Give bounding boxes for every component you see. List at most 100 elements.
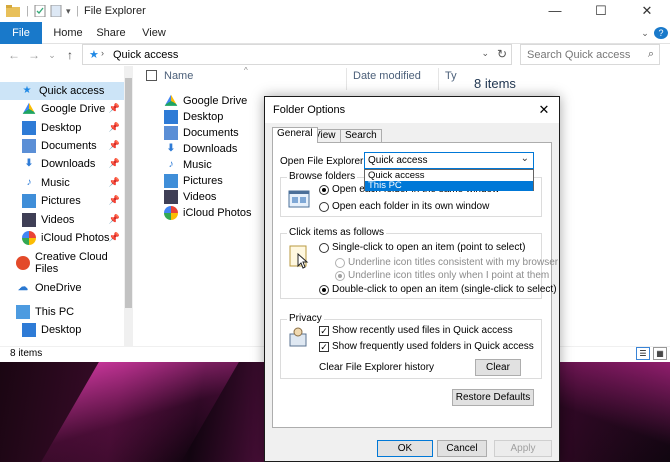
apply-button[interactable]: Apply [494, 440, 552, 457]
up-arrow-icon[interactable]: ↑ [62, 47, 78, 63]
minimize-button[interactable]: — [532, 0, 578, 22]
option-label: Underline icon titles consistent with my… [348, 257, 559, 268]
option-label: Double-click to open an item (single-cli… [332, 284, 557, 295]
help-icon[interactable]: ? [654, 27, 668, 39]
sidebar-item-label: Google Drive [41, 103, 106, 115]
sidebar-item-downloads[interactable]: ⬇ Downloads 📌 [0, 155, 124, 173]
open-explorer-to-label: Open File Explorer to: [280, 156, 378, 167]
sidebar-item-videos[interactable]: Videos 📌 [0, 211, 124, 229]
restore-defaults-button[interactable]: Restore Defaults [452, 389, 534, 406]
list-item[interactable]: iCloud Photos [164, 205, 252, 221]
select-all-checkbox[interactable] [146, 70, 157, 81]
pin-icon: 📌 [108, 103, 120, 113]
radio-selected[interactable] [335, 270, 345, 281]
back-arrow-icon[interactable]: ← [6, 47, 22, 63]
recent-files-checkbox-option[interactable]: ✓ Show recently used files in Quick acce… [319, 325, 513, 336]
tab-share[interactable]: Share [90, 22, 132, 44]
large-icons-view-icon[interactable]: ▦ [653, 347, 667, 360]
forward-arrow-icon[interactable]: → [26, 47, 42, 63]
list-item[interactable]: Videos [164, 189, 216, 205]
radio[interactable] [319, 242, 329, 253]
file-name: Music [183, 159, 212, 171]
customize-toolbar-chevron-icon[interactable]: ▾ [66, 4, 71, 18]
sidebar-item-documents[interactable]: Documents 📌 [0, 137, 124, 155]
sidebar-item-pictures[interactable]: Pictures 📌 [0, 192, 124, 210]
cancel-button[interactable]: Cancel [437, 440, 487, 457]
radio-selected[interactable] [319, 184, 329, 195]
tab-general[interactable]: General [272, 127, 318, 143]
tab-file[interactable]: File [0, 22, 42, 44]
address-dropdown-chevron-icon[interactable]: ⌄ [481, 48, 489, 59]
breadcrumb[interactable]: Quick access [113, 49, 178, 61]
navigation-pane: ★ Quick access Google Drive 📌 Desktop 📌 … [0, 78, 124, 344]
sidebar-item-music[interactable]: ♪ Music 📌 [0, 174, 124, 192]
sidebar-item-icloud-photos[interactable]: iCloud Photos 📌 [0, 229, 124, 247]
sidebar-item-this-pc-desktop[interactable]: Desktop [0, 321, 124, 339]
list-item[interactable]: Documents [164, 125, 239, 141]
open-explorer-to-select[interactable]: Quick access ⌄ [364, 152, 534, 169]
single-click-option[interactable]: Single-click to open an item (point to s… [319, 242, 525, 253]
recent-locations-chevron-icon[interactable]: ⌄ [44, 47, 60, 63]
new-folder-icon[interactable] [50, 4, 62, 18]
scrollbar-thumb[interactable] [125, 78, 132, 308]
maximize-button[interactable]: ☐ [578, 0, 624, 22]
tab-home[interactable]: Home [46, 22, 90, 44]
dropdown-option-this-pc[interactable]: This PC [365, 181, 533, 191]
double-click-option[interactable]: Double-click to open an item (single-cli… [319, 284, 557, 295]
dialog-title: Folder Options [273, 104, 346, 116]
list-item[interactable]: ♪ Music [164, 157, 212, 173]
checkbox-checked[interactable]: ✓ [319, 341, 329, 352]
search-input[interactable]: Search Quick access ⌕ [520, 44, 660, 65]
status-items-count: 8 items [10, 348, 43, 359]
radio-selected[interactable] [319, 284, 329, 295]
music-icon: ♪ [26, 177, 32, 188]
sidebar-item-this-pc[interactable]: This PC [0, 303, 124, 321]
ok-button[interactable]: OK [377, 440, 433, 457]
radio[interactable] [335, 257, 345, 268]
sidebar-item-desktop[interactable]: Desktop 📌 [0, 119, 124, 137]
this-pc-icon [16, 305, 30, 319]
icloud-photos-icon [164, 206, 178, 220]
address-box[interactable]: ★ › Quick access ⌄ ↻ [82, 44, 512, 65]
sidebar-item-label: iCloud Photos [41, 232, 110, 244]
downloads-icon: ⬇ [166, 143, 176, 154]
file-name: Documents [183, 127, 239, 139]
list-item[interactable]: Google Drive [164, 93, 247, 109]
sidebar-item-onedrive[interactable]: ☁ OneDrive [0, 279, 124, 297]
frequent-folders-checkbox-option[interactable]: ✓ Show frequently used folders in Quick … [319, 341, 534, 352]
list-item[interactable]: ⬇ Downloads [164, 141, 238, 157]
option-label: Single-click to open an item (point to s… [332, 242, 526, 253]
sidebar-item-label: Videos [41, 214, 75, 226]
column-header-type[interactable]: Ty [445, 70, 457, 82]
sidebar-item-creative-cloud-files[interactable]: Creative Cloud Files [0, 251, 124, 275]
file-name: Downloads [183, 143, 238, 155]
close-button[interactable]: ✕ [624, 0, 670, 22]
file-name: iCloud Photos [183, 207, 252, 219]
underline-browser-option[interactable]: Underline icon titles consistent with my… [335, 257, 558, 268]
list-item[interactable]: Desktop [164, 109, 223, 125]
title-separator: | [76, 5, 79, 17]
sidebar-item-google-drive[interactable]: Google Drive 📌 [0, 100, 124, 118]
dialog-close-icon[interactable]: ✕ [529, 97, 559, 123]
pictures-icon [164, 174, 178, 188]
column-header-date-modified[interactable]: Date modified [353, 70, 421, 82]
creative-cloud-icon [16, 256, 30, 270]
navigation-scrollbar[interactable] [124, 66, 133, 346]
details-view-icon[interactable]: ☰ [636, 347, 650, 360]
open-own-window-option[interactable]: Open each folder in its own window [319, 201, 489, 212]
tab-search[interactable]: Search [340, 129, 382, 143]
radio[interactable] [319, 201, 329, 212]
list-item[interactable]: Pictures [164, 173, 223, 189]
tab-view[interactable]: View [134, 22, 174, 44]
underline-point-option[interactable]: Underline icon titles only when I point … [335, 270, 549, 281]
sidebar-item-label: Music [41, 177, 70, 189]
sidebar-item-quick-access[interactable]: ★ Quick access [0, 82, 124, 100]
option-label: Underline icon titles only when I point … [348, 270, 550, 281]
checkbox-checked[interactable]: ✓ [319, 325, 329, 336]
refresh-icon[interactable]: ↻ [497, 47, 507, 61]
privacy-icon [288, 326, 310, 348]
clear-history-button[interactable]: Clear [475, 359, 521, 376]
properties-icon[interactable] [34, 4, 46, 18]
expand-ribbon-chevron-icon[interactable]: ⌄ [638, 22, 652, 44]
column-header-name[interactable]: Name [164, 70, 193, 82]
